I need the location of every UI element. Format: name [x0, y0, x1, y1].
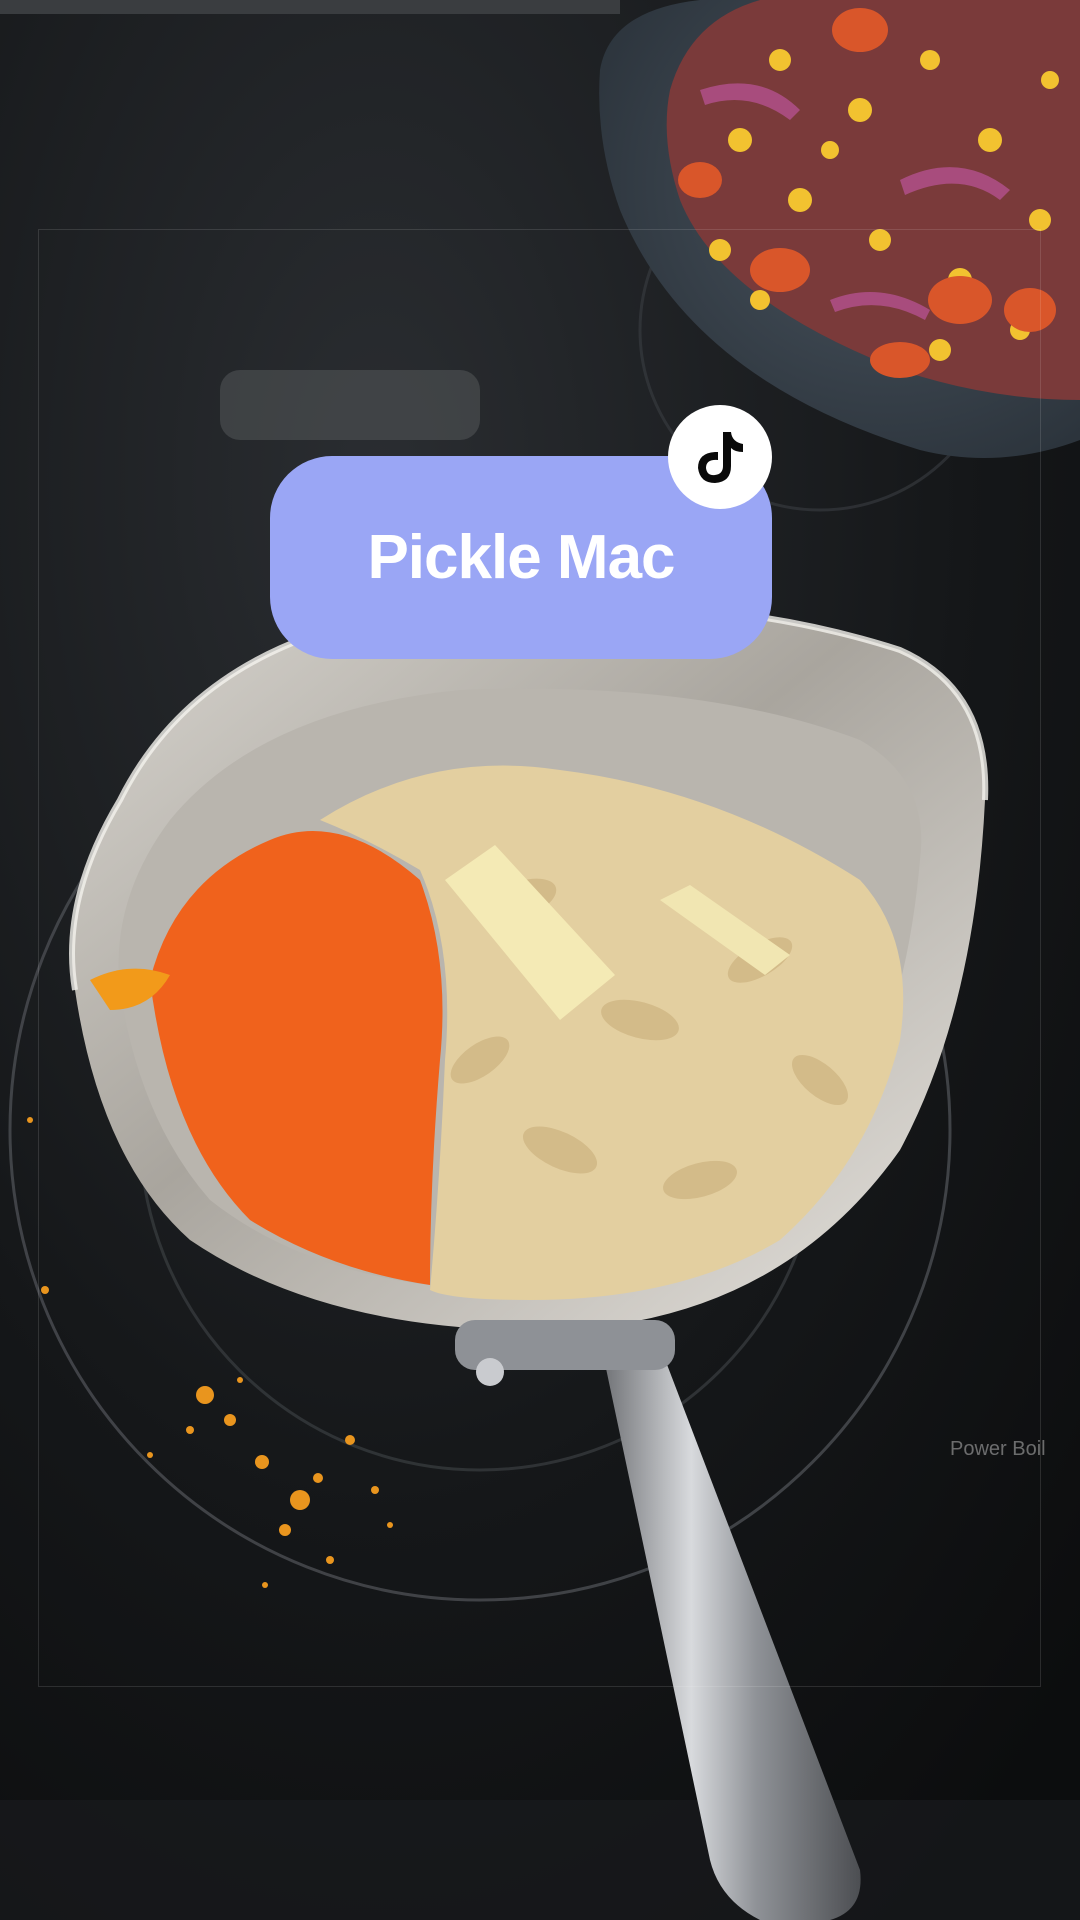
- video-title: Pickle Mac: [367, 523, 675, 592]
- stove-edge: [0, 0, 620, 14]
- tiktok-logo-button[interactable]: [668, 405, 772, 509]
- light-reflection: [220, 370, 480, 440]
- stove-label: Power Boil: [950, 1438, 1046, 1460]
- cooking-scene-image: [0, 0, 1080, 1920]
- tiktok-icon: [698, 432, 743, 483]
